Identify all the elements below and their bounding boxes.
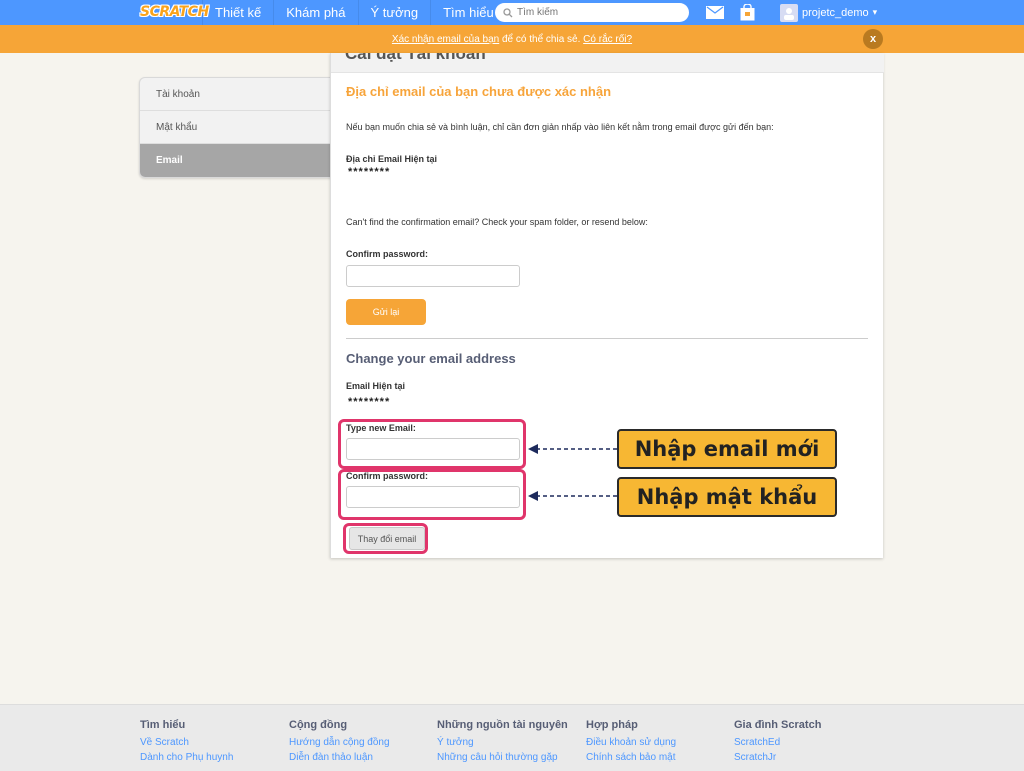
arrow-to-email-icon xyxy=(528,444,618,501)
current-email-label: Địa chỉ Email Hiện tại xyxy=(346,154,438,164)
resend-password-field[interactable] xyxy=(346,265,520,287)
change-password-field[interactable] xyxy=(346,486,520,508)
footer-col-about: Tìm hiểu Về Scratch Dành cho Phụ huynh xyxy=(140,719,233,767)
footer-heading: Cộng đồng xyxy=(289,719,348,731)
footer-col-family: Gia đình Scratch ScratchEd ScratchJr xyxy=(734,719,821,767)
footer-link[interactable]: Những câu hỏi thường gặp xyxy=(437,752,568,763)
email-now-label: Email Hiện tại xyxy=(346,381,406,391)
change-email-button[interactable]: Thay đổi email xyxy=(349,527,425,550)
new-email-field[interactable] xyxy=(346,438,520,460)
nav-link-explore[interactable]: Khám phá xyxy=(273,0,357,25)
footer-link[interactable]: Ý tưởng xyxy=(437,737,568,748)
current-email-value: ******** xyxy=(348,166,391,178)
footer-link[interactable]: Điều khoản sử dụng xyxy=(586,737,676,748)
sidebar-item-email[interactable]: Email xyxy=(140,144,330,177)
my-stuff-icon[interactable] xyxy=(740,4,755,21)
new-email-label: Type new Email: xyxy=(346,423,416,433)
footer-heading: Hợp pháp xyxy=(586,719,638,731)
footer-heading: Gia đình Scratch xyxy=(734,719,822,731)
footer-link[interactable]: Diễn đàn thảo luận xyxy=(289,752,390,763)
chevron-down-icon: ▾ xyxy=(872,7,878,17)
page-title: Cài đặt Tài khoản xyxy=(345,53,486,63)
close-icon[interactable]: x xyxy=(863,29,883,49)
username-label: projetc_demo xyxy=(802,6,869,19)
nav-link-ideas[interactable]: Ý tưởng xyxy=(357,0,431,25)
footer-link[interactable]: Dành cho Phụ huynh xyxy=(140,752,233,763)
banner-text: để có thể chia sẻ. xyxy=(499,33,584,45)
divider xyxy=(346,338,868,339)
footer-link[interactable]: Chính sách bảo mật xyxy=(586,752,676,763)
search-box[interactable] xyxy=(495,3,689,22)
search-input[interactable] xyxy=(517,7,677,18)
panel-header: Cài đặt Tài khoản xyxy=(331,53,884,73)
resend-hint-text: Can't find the confirmation email? Check… xyxy=(346,217,648,227)
footer-col-legal: Hợp pháp Điều khoản sử dụng Chính sách b… xyxy=(586,719,676,767)
sidebar-item-password[interactable]: Mật khẩu xyxy=(140,111,330,144)
unconfirmed-warning-title: Địa chỉ email của bạn chưa được xác nhận xyxy=(346,84,612,99)
footer-heading: Những nguồn tài nguyên xyxy=(437,719,568,731)
search-icon xyxy=(503,7,513,17)
avatar xyxy=(780,3,798,22)
resend-button[interactable]: Gửi lại xyxy=(346,299,426,325)
footer-col-community: Cộng đồng Hướng dẫn cộng đồng Diễn đàn t… xyxy=(289,719,390,767)
change-password-label: Confirm password: xyxy=(346,471,429,481)
mail-icon[interactable] xyxy=(706,6,724,19)
footer-col-resources: Những nguồn tài nguyên Ý tưởng Những câu… xyxy=(437,719,568,767)
resend-password-label: Confirm password: xyxy=(346,249,429,259)
callout-password: Nhập mật khẩu xyxy=(617,477,837,517)
nav-link-create[interactable]: Thiết kế xyxy=(202,0,273,25)
confirm-email-link[interactable]: Xác nhận email của bạn xyxy=(392,34,499,45)
footer-link[interactable]: Hướng dẫn cộng đồng xyxy=(289,737,390,748)
email-confirm-banner: Xác nhận email của bạn để có thể chia sẻ… xyxy=(0,25,1024,53)
user-menu[interactable]: projetc_demo ▾ xyxy=(780,2,877,23)
info-text: Nếu bạn muốn chia sẻ và bình luận, chỉ c… xyxy=(346,122,774,132)
callout-new-email: Nhập email mới xyxy=(617,429,837,469)
user-avatar-icon xyxy=(784,7,794,20)
footer-link[interactable]: ScratchEd xyxy=(734,737,821,748)
scratch-logo[interactable]: SCRATCH xyxy=(140,3,209,21)
email-now-value: ******** xyxy=(348,396,391,408)
change-email-title: Change your email address xyxy=(346,351,516,366)
footer: Tìm hiểu Về Scratch Dành cho Phụ huynh C… xyxy=(0,704,1024,771)
help-link[interactable]: Có rắc rối? xyxy=(583,34,632,45)
nav-links: Thiết kế Khám phá Ý tưởng Tìm hiểu xyxy=(202,0,506,25)
top-nav: SCRATCH Thiết kế Khám phá Ý tưởng Tìm hi… xyxy=(0,0,1024,25)
sidebar-item-account[interactable]: Tài khoản xyxy=(140,78,330,111)
settings-sidebar: Tài khoản Mật khẩu Email xyxy=(139,77,331,178)
footer-heading: Tìm hiểu xyxy=(140,719,186,731)
footer-link[interactable]: Về Scratch xyxy=(140,737,233,748)
footer-link[interactable]: ScratchJr xyxy=(734,752,821,763)
